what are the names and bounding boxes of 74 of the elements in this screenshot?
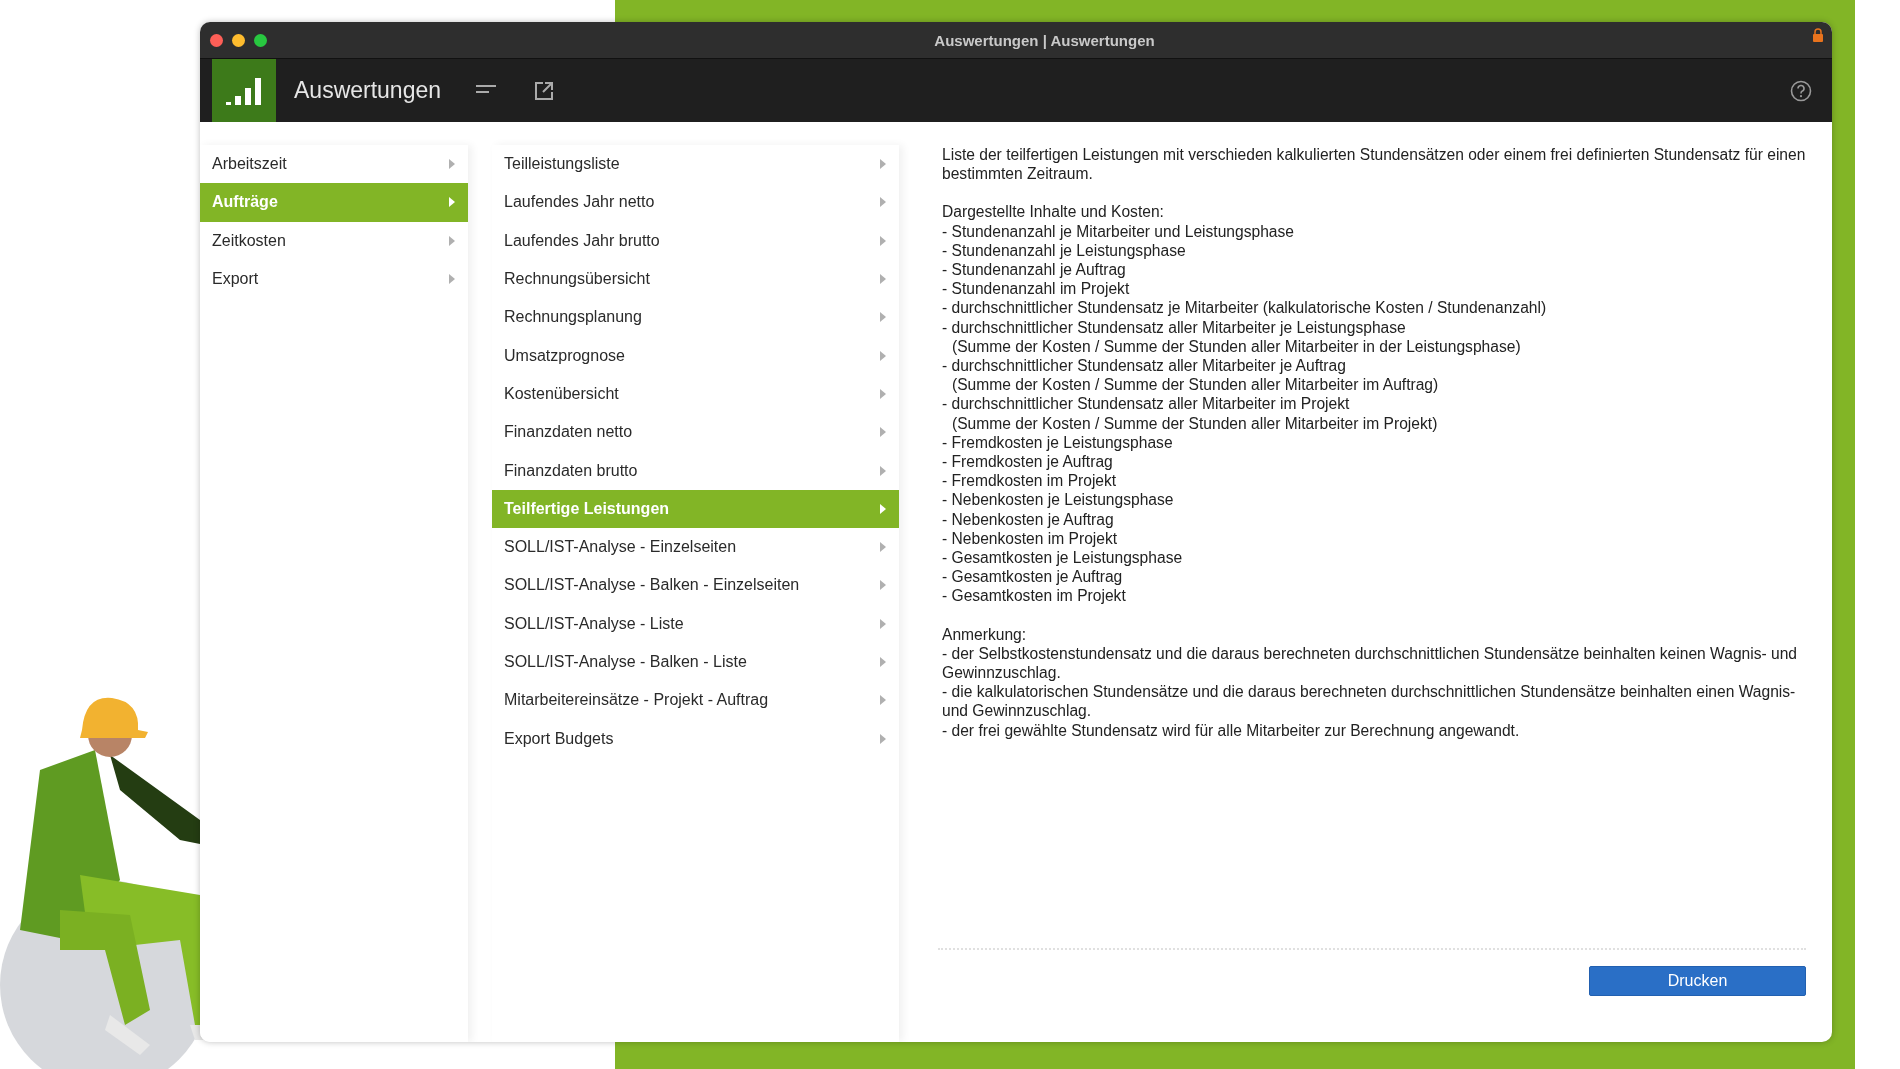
caret-icon <box>879 732 887 745</box>
submenu-item[interactable]: Mitarbeitereinsätze - Projekt - Auftrag <box>492 681 899 720</box>
submenu-item[interactable]: Export Budgets <box>492 719 899 758</box>
caret-icon <box>879 426 887 439</box>
caret-icon <box>879 234 887 247</box>
caret-icon <box>879 349 887 362</box>
submenu-item[interactable]: Rechnungsübersicht <box>492 259 899 299</box>
list-item: - durchschnittlicher Stundensatz aller Mitarbeiter je Auftrag <box>942 356 1347 376</box>
caret-icon <box>448 234 456 247</box>
caret-icon <box>879 694 887 707</box>
submenu-item[interactable]: Umsatzprognose <box>492 336 899 375</box>
submenu-item[interactable]: SOLL/IST-Analyse - Balken - Einzelseiten <box>492 566 899 605</box>
caret-icon <box>879 311 887 324</box>
sidebar-item[interactable]: Arbeitszeit <box>200 145 468 184</box>
list-item-detail: (Summe der Kosten / Summe der Stunden aller Mitarbeiter im Auftrag) <box>951 375 1440 395</box>
submenu-item[interactable]: SOLL/IST-Analyse - Liste <box>492 604 899 643</box>
list-item: - durchschnittlicher Stundensatz aller Mitarbeiter je Leistungsphase <box>942 317 1407 337</box>
list-item: - durchschnittlicher Stundensatz je Mitarbeiter (kalkulatorische Kosten / Stundenanzahl) <box>942 298 1548 318</box>
list-item: - Fremdkosten im Projekt <box>942 471 1118 491</box>
list-item: - Stundenanzahl je Mitarbeiter und Leistungsphase <box>942 221 1295 241</box>
list-item: - Nebenkosten je Auftrag <box>942 509 1115 529</box>
caret-icon <box>448 273 456 286</box>
list-item: - Gesamtkosten im Projekt <box>942 586 1127 606</box>
caret-icon <box>879 464 887 477</box>
sidebar-item[interactable]: Zeitkosten <box>200 221 468 260</box>
submenu-item[interactable]: SOLL/IST-Analyse - Balken - Liste <box>492 642 899 682</box>
list-item: - Nebenkosten im Projekt <box>942 528 1119 549</box>
list-item: - Stundenanzahl je Leistungsphase <box>942 240 1187 260</box>
caret-icon <box>879 502 887 515</box>
submenu-item[interactable]: Kostenübersicht <box>492 374 899 414</box>
list-item: - Nebenkosten je Leistungsphase <box>942 490 1175 510</box>
print-button[interactable]: Drucken <box>1589 966 1806 996</box>
list-item: - Gesamtkosten je Auftrag <box>942 567 1124 587</box>
list-item-detail: (Summe der Kosten / Summe der Stunden aller Mitarbeiter in der Leistungsphase) <box>951 336 1522 357</box>
list-item: - Fremdkosten je Auftrag <box>942 452 1114 472</box>
list-item: - Fremdkosten je Leistungsphase <box>942 432 1174 453</box>
caret-icon <box>879 656 887 668</box>
list-item-detail: (Summe der Kosten / Summe der Stunden aller Mitarbeiter im Projekt) <box>951 413 1439 433</box>
window-title: Auswertungen | Auswertungen <box>933 31 1156 49</box>
help-icon[interactable] <box>1790 79 1812 102</box>
list-item: - der Selbstkostenstundensatz und die daraus berechneten durchschnittlichen Stundensätze beinhalten keinen Wagnis- und Gewinnzuschlag. <box>942 643 1799 683</box>
minimize-button[interactable] <box>232 33 245 47</box>
list-item: - die kalkulatorischen Stundensätze und die daraus berechneten durchschnittlichen Stundensätze beinhalten einen Wagnis- und Gewinnzuschlag. <box>942 682 1797 721</box>
caret-icon <box>879 158 887 171</box>
lock-icon <box>1812 28 1824 42</box>
caret-icon <box>879 617 887 630</box>
submenu-item[interactable]: Laufendes Jahr brutto <box>492 221 899 260</box>
submenu-item[interactable]: Rechnungsplanung <box>492 298 899 337</box>
caret-icon <box>448 158 456 171</box>
description-text: Liste der teilfertigen Leistungen mit verschieden kalkulierten Stundensätzen oder einem frei definierten Stundensatz für einen bestimmten Zeitraum. <box>942 145 1806 184</box>
caret-icon <box>879 196 887 209</box>
caret-icon <box>879 541 887 554</box>
submenu-item[interactable]: SOLL/IST-Analyse - Einzelseiten <box>492 527 899 567</box>
caret-icon <box>879 579 887 592</box>
bar-chart-logo-icon <box>212 59 276 122</box>
section-heading: Anmerkung: <box>942 624 1028 644</box>
caret-icon <box>879 387 887 400</box>
app-title: Auswertungen <box>294 77 442 104</box>
caret-icon <box>879 273 887 286</box>
list-item: - Stundenanzahl im Projekt <box>942 279 1131 299</box>
list-item: - Gesamtkosten je Leistungsphase <box>942 548 1184 568</box>
submenu-item[interactable]: Finanzdaten netto <box>492 413 899 452</box>
caret-icon <box>448 196 456 209</box>
external-link-icon[interactable] <box>534 80 555 101</box>
list-item: - durchschnittlicher Stundensatz aller Mitarbeiter im Projekt <box>942 394 1351 414</box>
list-item: - Stundenanzahl je Auftrag <box>942 260 1127 280</box>
maximize-button[interactable] <box>254 33 267 47</box>
submenu-item[interactable]: Teilleistungsliste <box>492 145 899 184</box>
submenu-item[interactable]: Laufendes Jahr netto <box>492 183 899 222</box>
submenu-item[interactable]: Finanzdaten brutto <box>492 451 899 490</box>
section-heading: Dargestellte Inhalte und Kosten: <box>942 202 1165 222</box>
sidebar-item[interactable]: Export <box>200 259 468 299</box>
close-button[interactable] <box>210 33 223 47</box>
list-item: - der frei gewählte Stundensatz wird für alle Mitarbeiter zur Berechnung angewandt. <box>942 720 1521 740</box>
